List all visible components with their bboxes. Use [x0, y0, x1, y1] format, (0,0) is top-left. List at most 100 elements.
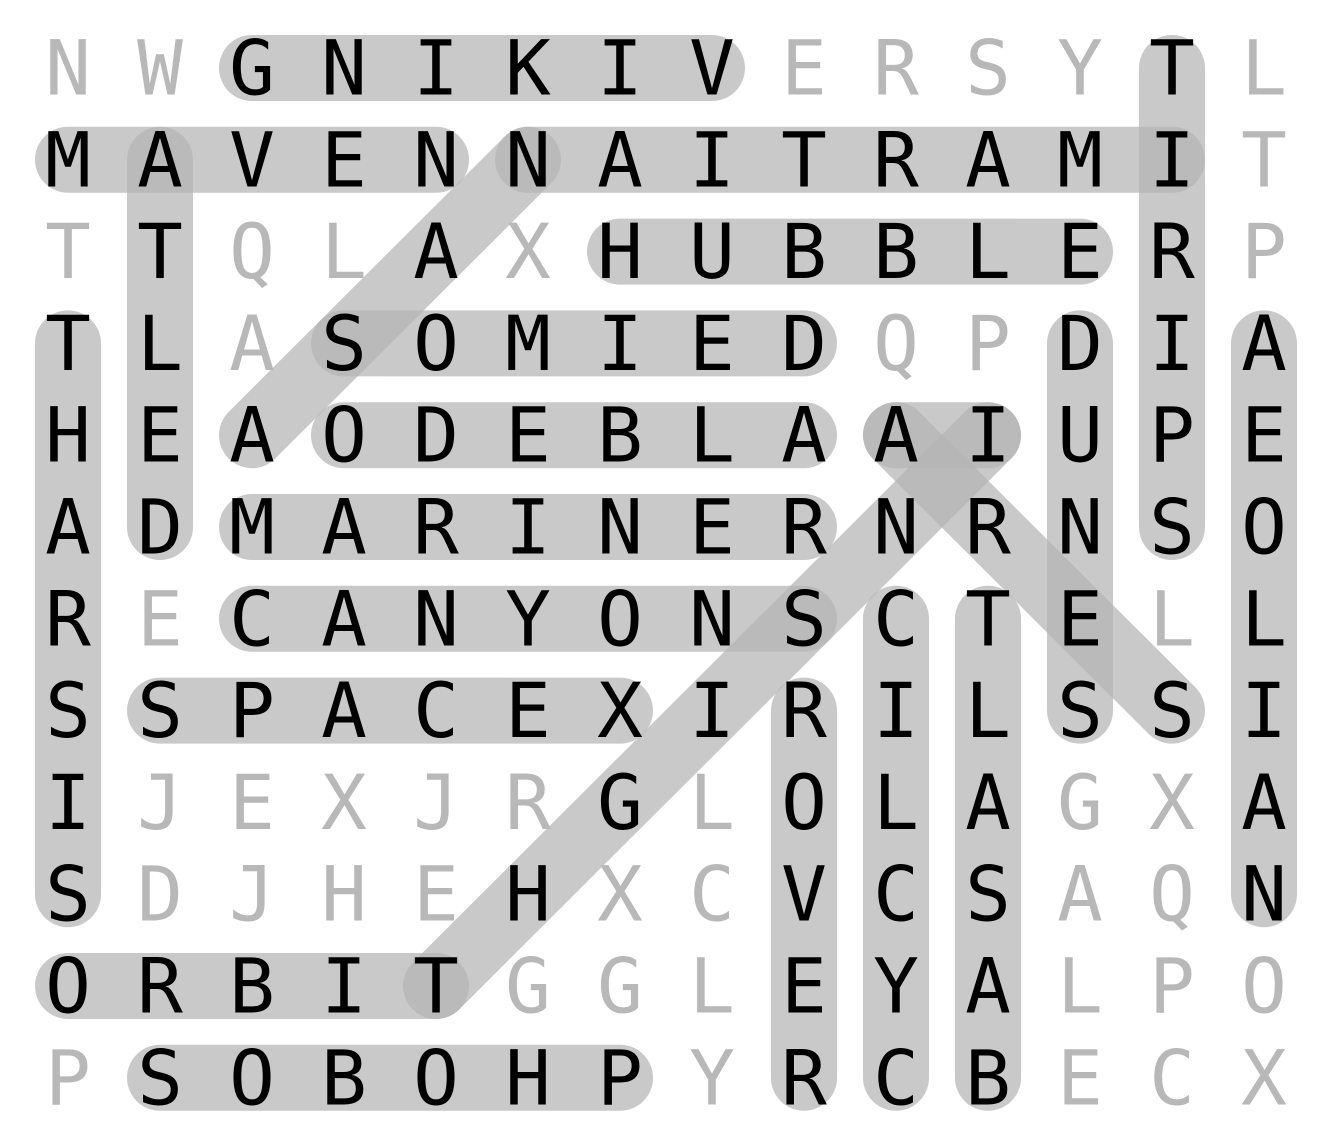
- letter-cell[interactable]: A: [965, 942, 1011, 1031]
- letter-cell[interactable]: W: [137, 24, 183, 113]
- letter-cell[interactable]: M: [45, 115, 91, 204]
- letter-cell[interactable]: O: [781, 758, 827, 847]
- letter-cell[interactable]: D: [137, 483, 183, 572]
- letter-cell[interactable]: R: [965, 483, 1011, 572]
- letter-cell[interactable]: A: [1241, 299, 1287, 388]
- letter-cell[interactable]: G: [597, 758, 643, 847]
- letter-cell[interactable]: R: [781, 666, 827, 755]
- letter-cell[interactable]: I: [689, 115, 735, 204]
- letter-cell[interactable]: I: [689, 666, 735, 755]
- letter-cell[interactable]: T: [1149, 24, 1195, 113]
- letter-cell[interactable]: T: [45, 299, 91, 388]
- letter-cell[interactable]: I: [413, 24, 459, 113]
- letter-cell[interactable]: A: [597, 115, 643, 204]
- letter-cell[interactable]: E: [413, 850, 459, 939]
- letter-cell[interactable]: O: [1241, 942, 1287, 1031]
- letter-cell[interactable]: Y: [689, 1033, 735, 1122]
- letter-cell[interactable]: A: [873, 391, 919, 480]
- letter-cell[interactable]: X: [597, 666, 643, 755]
- letter-cell[interactable]: R: [137, 942, 183, 1031]
- letter-cell[interactable]: R: [873, 115, 919, 204]
- letter-cell[interactable]: Q: [873, 299, 919, 388]
- letter-cell[interactable]: K: [505, 24, 551, 113]
- letter-cell[interactable]: S: [137, 666, 183, 755]
- letter-cell[interactable]: C: [873, 574, 919, 663]
- letter-cell[interactable]: A: [321, 666, 367, 755]
- letter-cell[interactable]: P: [597, 1033, 643, 1122]
- letter-cell[interactable]: U: [689, 207, 735, 296]
- letter-cell[interactable]: S: [45, 850, 91, 939]
- letter-cell[interactable]: E: [1057, 207, 1103, 296]
- letter-cell[interactable]: L: [965, 207, 1011, 296]
- letter-cell[interactable]: O: [1241, 483, 1287, 572]
- letter-cell[interactable]: S: [1149, 483, 1195, 572]
- letter-cell[interactable]: Q: [1149, 850, 1195, 939]
- letter-cell[interactable]: Y: [1057, 24, 1103, 113]
- letter-cell[interactable]: D: [1057, 299, 1103, 388]
- letter-cell[interactable]: N: [1241, 850, 1287, 939]
- letter-cell[interactable]: C: [873, 850, 919, 939]
- letter-cell[interactable]: V: [781, 850, 827, 939]
- letter-cell[interactable]: C: [873, 1033, 919, 1122]
- letter-cell[interactable]: T: [1241, 115, 1287, 204]
- letter-cell[interactable]: L: [321, 207, 367, 296]
- letter-cell[interactable]: A: [45, 483, 91, 572]
- letter-cell[interactable]: E: [137, 391, 183, 480]
- letter-cell[interactable]: S: [45, 666, 91, 755]
- letter-cell[interactable]: H: [321, 850, 367, 939]
- letter-cell[interactable]: X: [321, 758, 367, 847]
- letter-cell[interactable]: P: [1149, 942, 1195, 1031]
- letter-cell[interactable]: O: [229, 1033, 275, 1122]
- letter-cell[interactable]: L: [689, 758, 735, 847]
- letter-cell[interactable]: A: [321, 574, 367, 663]
- letter-cell[interactable]: N: [413, 574, 459, 663]
- letter-cell[interactable]: D: [413, 391, 459, 480]
- letter-cell[interactable]: H: [505, 850, 551, 939]
- letter-cell[interactable]: P: [229, 666, 275, 755]
- letter-cell[interactable]: L: [965, 666, 1011, 755]
- letter-cell[interactable]: S: [1057, 666, 1103, 755]
- letter-cell[interactable]: B: [597, 391, 643, 480]
- letter-cell[interactable]: X: [505, 207, 551, 296]
- letter-cell[interactable]: M: [1057, 115, 1103, 204]
- letter-cell[interactable]: E: [505, 391, 551, 480]
- letter-cell[interactable]: S: [1149, 666, 1195, 755]
- letter-cell[interactable]: T: [137, 207, 183, 296]
- letter-cell[interactable]: N: [873, 483, 919, 572]
- letter-cell[interactable]: T: [965, 574, 1011, 663]
- letter-cell[interactable]: L: [689, 942, 735, 1031]
- letter-cell[interactable]: I: [597, 24, 643, 113]
- letter-cell[interactable]: H: [505, 1033, 551, 1122]
- letter-cell[interactable]: N: [321, 24, 367, 113]
- letter-cell[interactable]: M: [505, 299, 551, 388]
- letter-cell[interactable]: E: [1057, 574, 1103, 663]
- letter-cell[interactable]: J: [137, 758, 183, 847]
- letter-cell[interactable]: X: [597, 850, 643, 939]
- letter-cell[interactable]: C: [229, 574, 275, 663]
- letter-cell[interactable]: I: [505, 483, 551, 572]
- letter-cell[interactable]: X: [1149, 758, 1195, 847]
- letter-cell[interactable]: A: [413, 207, 459, 296]
- letter-cell[interactable]: N: [413, 115, 459, 204]
- letter-cell[interactable]: I: [597, 299, 643, 388]
- letter-cell[interactable]: R: [781, 1033, 827, 1122]
- letter-cell[interactable]: L: [689, 391, 735, 480]
- letter-cell[interactable]: R: [873, 24, 919, 113]
- letter-cell[interactable]: U: [1057, 391, 1103, 480]
- letter-cell[interactable]: M: [229, 483, 275, 572]
- letter-cell[interactable]: A: [229, 299, 275, 388]
- letter-cell[interactable]: N: [505, 115, 551, 204]
- letter-cell[interactable]: Q: [229, 207, 275, 296]
- letter-cell[interactable]: P: [1241, 207, 1287, 296]
- letter-cell[interactable]: D: [781, 299, 827, 388]
- letter-cell[interactable]: T: [781, 115, 827, 204]
- letter-cell[interactable]: S: [321, 299, 367, 388]
- letter-cell[interactable]: I: [45, 758, 91, 847]
- letter-cell[interactable]: I: [1149, 299, 1195, 388]
- letter-cell[interactable]: L: [1149, 574, 1195, 663]
- letter-cell[interactable]: C: [413, 666, 459, 755]
- letter-cell[interactable]: V: [229, 115, 275, 204]
- letter-cell[interactable]: I: [1149, 115, 1195, 204]
- letter-cell[interactable]: N: [1057, 483, 1103, 572]
- letter-cell[interactable]: C: [1149, 1033, 1195, 1122]
